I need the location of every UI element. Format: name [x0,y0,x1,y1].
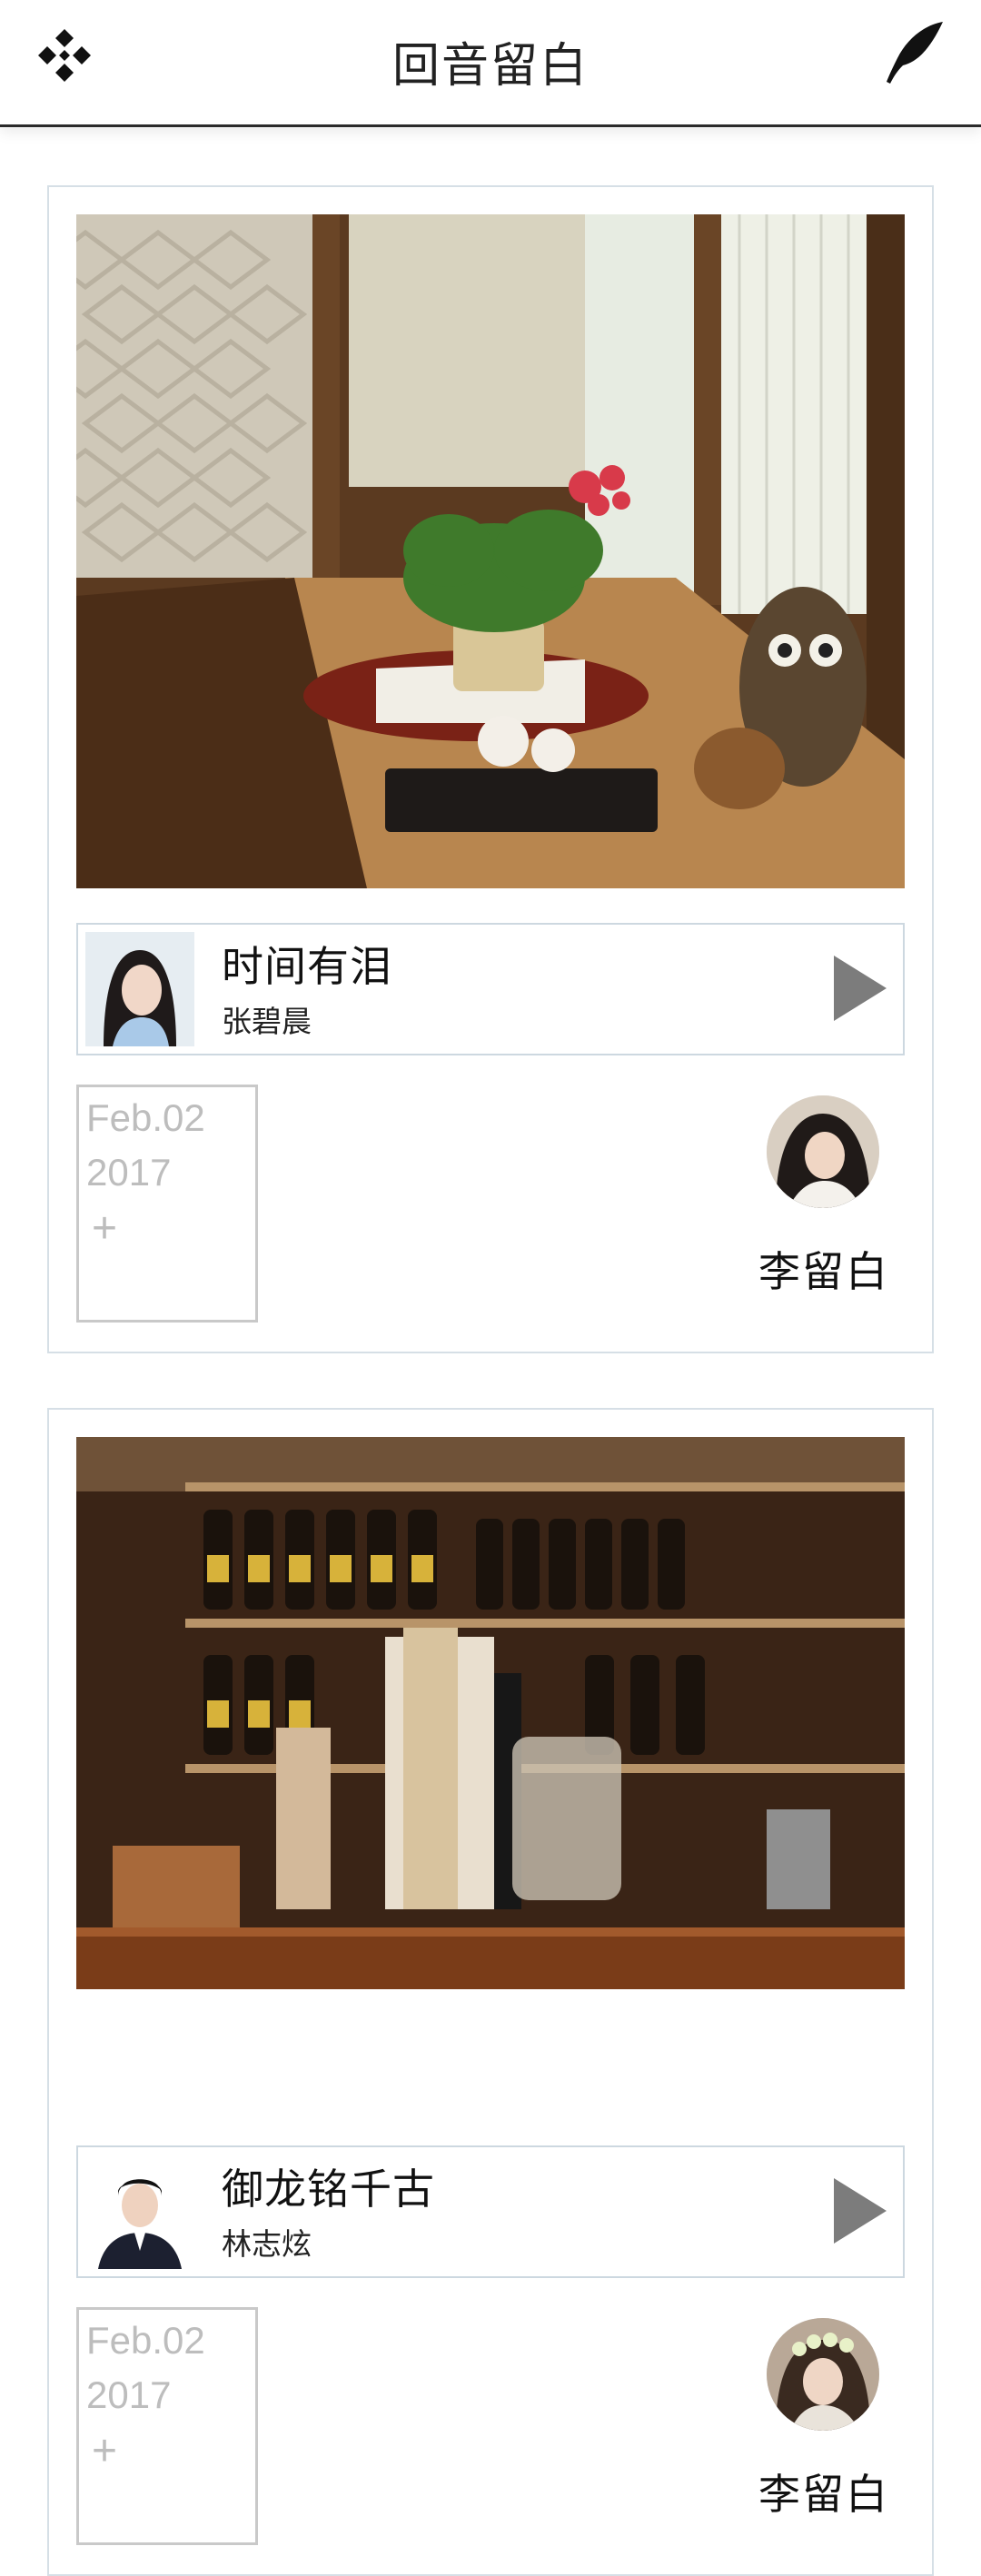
user-name[interactable]: 李留白 [738,2462,910,2522]
play-icon[interactable] [830,952,890,1025]
post-card: 御龙铭千古 林志炫 Feb.02 2017 + 李留白 [47,1408,934,2576]
play-icon[interactable] [830,2175,890,2247]
post-photo[interactable] [76,1437,905,2111]
add-icon: + [92,1204,118,1253]
date-box[interactable]: Feb.02 2017 + [76,2307,258,2545]
date-month-day: Feb.02 [86,1096,205,1139]
artist-avatar [85,2155,194,2269]
song-player[interactable]: 时间有泪 张碧晨 [76,923,905,1055]
add-icon: + [92,2427,118,2475]
date-month-day: Feb.02 [86,2319,205,2362]
app-header: 回音留白 [0,0,981,127]
artist-avatar [85,932,194,1046]
user-name[interactable]: 李留白 [738,1239,910,1299]
song-artist: 林志炫 [222,2226,312,2262]
song-title: 时间有泪 [222,942,392,991]
user-avatar[interactable] [767,2318,879,2431]
post-photo[interactable] [76,214,905,888]
user-avatar[interactable] [767,1095,879,1208]
song-title: 御龙铭千古 [222,2165,435,2214]
date-year: 2017 [86,1151,172,1194]
feather-pen-icon[interactable] [877,16,950,89]
post-card: 时间有泪 张碧晨 Feb.02 2017 + 李留白 [47,185,934,1353]
date-year: 2017 [86,2373,172,2416]
song-artist: 张碧晨 [222,1004,312,1039]
date-box[interactable]: Feb.02 2017 + [76,1085,258,1323]
page-title: 回音留白 [391,39,589,94]
song-player[interactable]: 御龙铭千古 林志炫 [76,2145,905,2278]
